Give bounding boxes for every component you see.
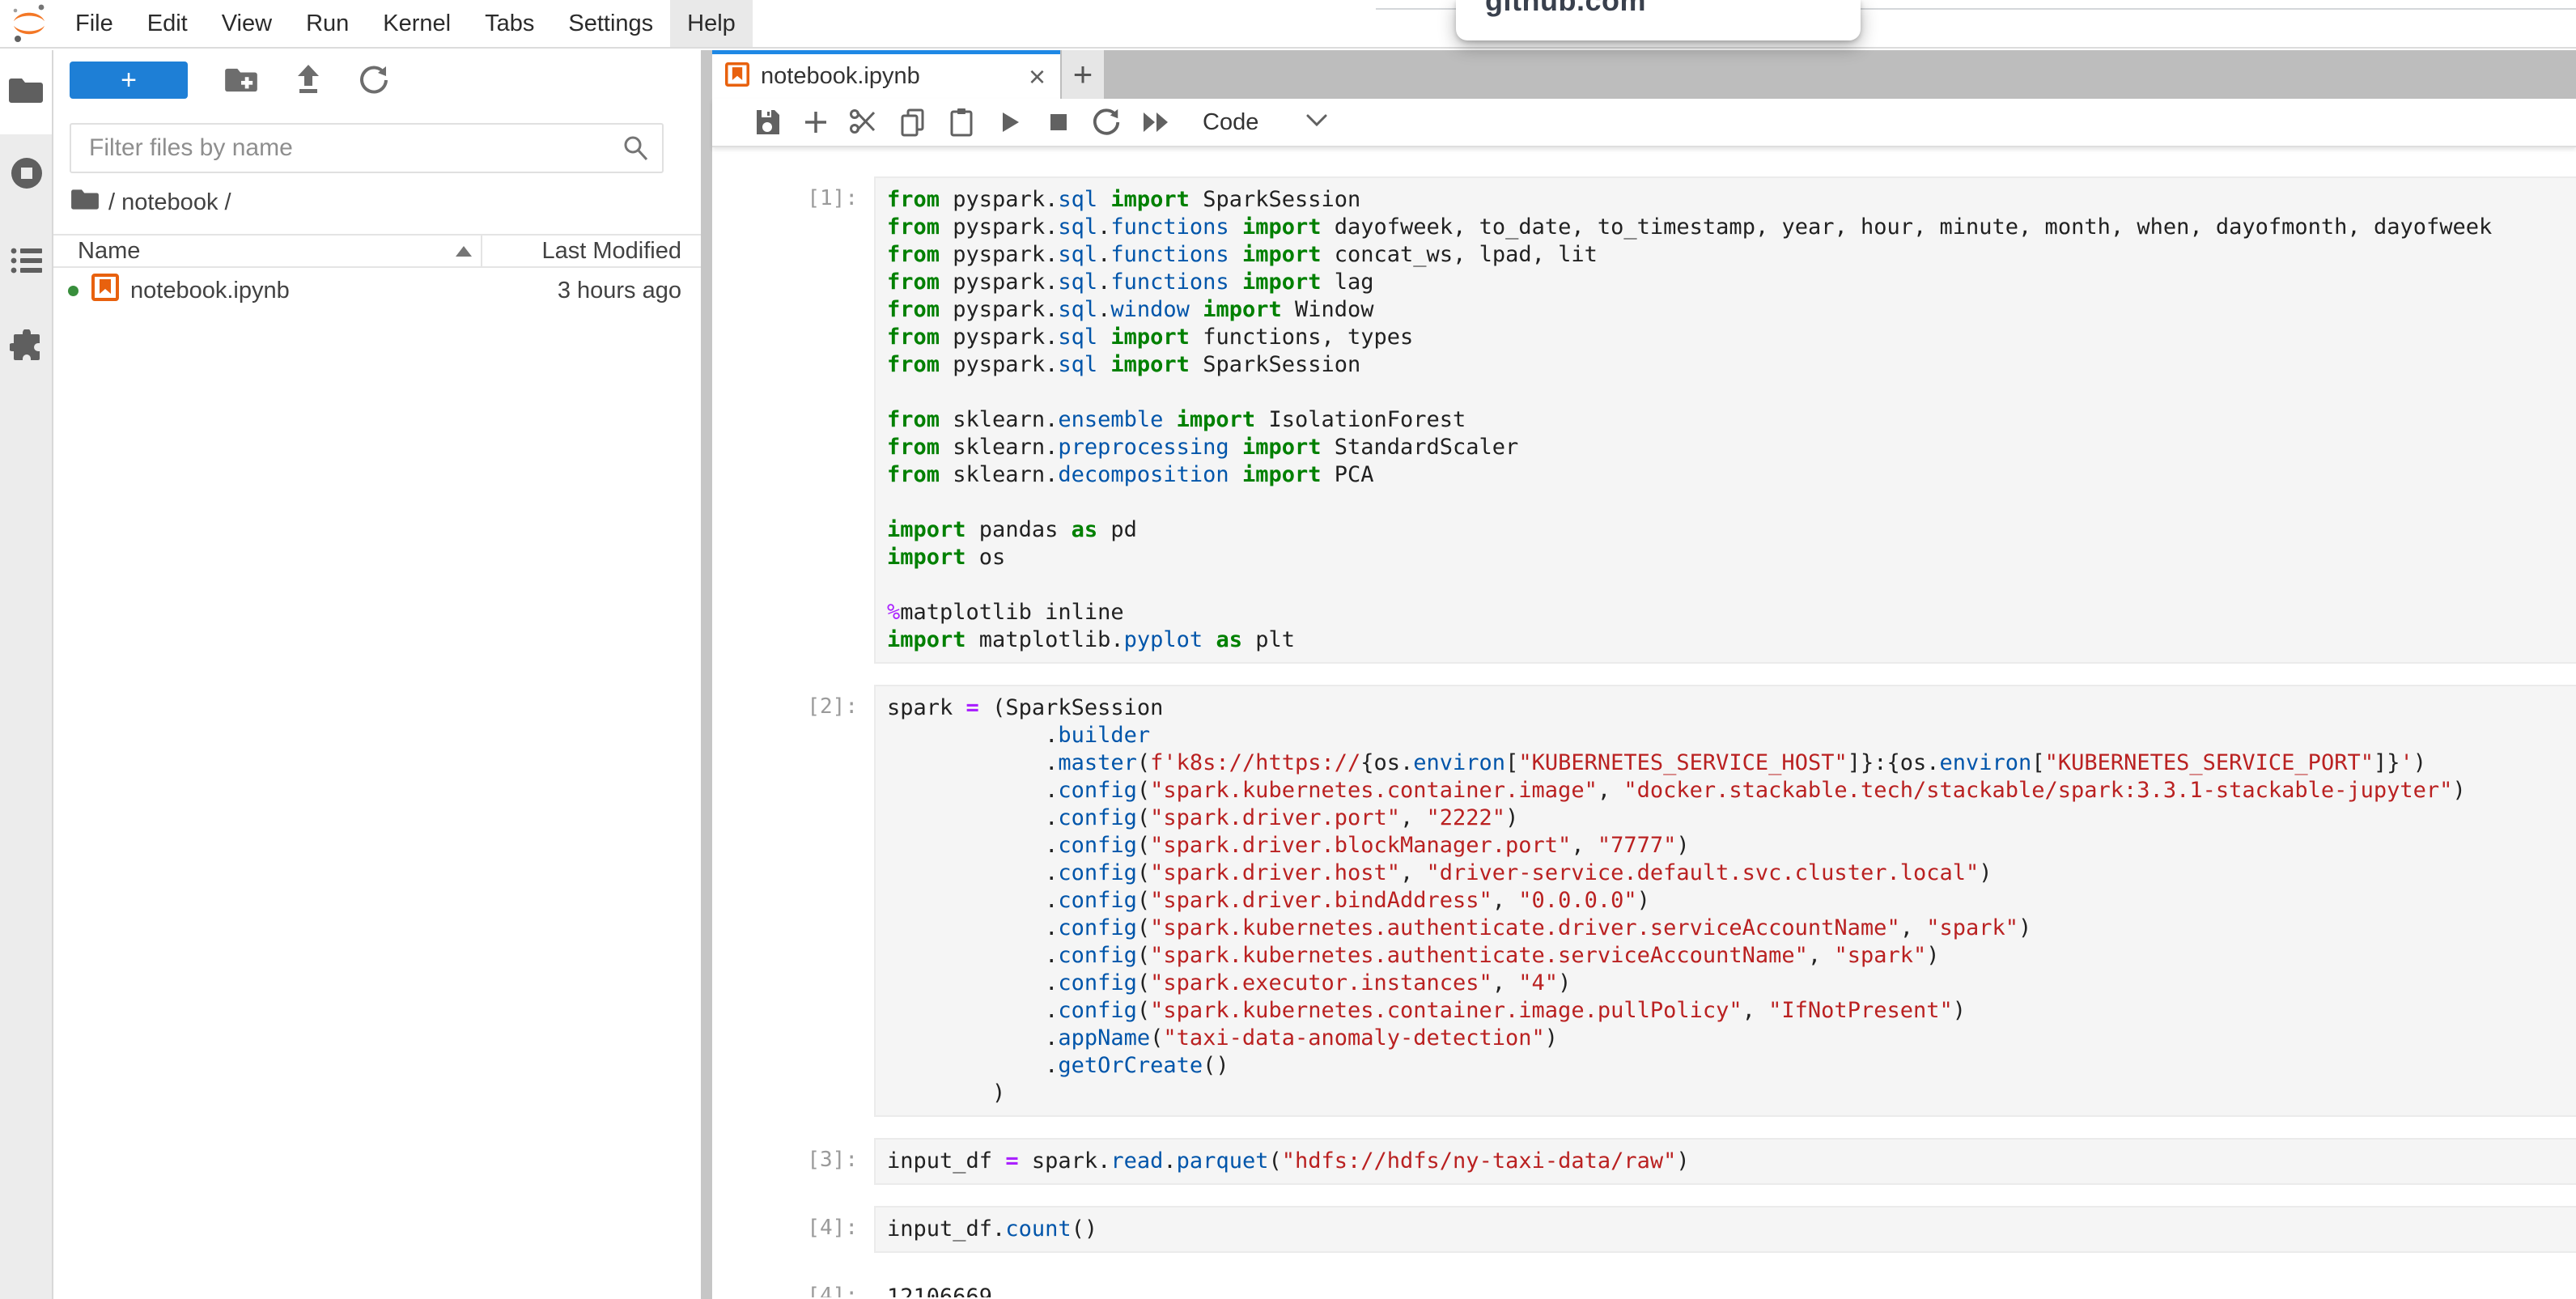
dock-tab-bar: notebook.ipynb × +: [712, 50, 2576, 99]
menu-item-run[interactable]: Run: [289, 0, 366, 47]
popup-origin-text: github.com: [1485, 0, 1646, 18]
kernel-running-dot: [68, 286, 79, 296]
menu-bar: File Edit View Run Kernel Tabs Settings …: [0, 0, 2576, 49]
file-modified: 3 hours ago: [558, 278, 681, 304]
cell-editor[interactable]: from pyspark.sql import SparkSessionfrom…: [874, 176, 2576, 664]
tab-label: notebook.ipynb: [761, 63, 1025, 90]
cell-prompt: [2]:: [712, 685, 874, 1117]
menu-item-file[interactable]: File: [58, 0, 130, 47]
cell-output: 12106669: [874, 1274, 2576, 1297]
cell-prompt: [1]:: [712, 176, 874, 664]
notebook-cell[interactable]: [4]: input_df.count(): [712, 1206, 2576, 1253]
notebook-cell[interactable]: [1]: from pyspark.sql import SparkSessio…: [712, 176, 2576, 664]
puzzle-icon: [10, 329, 44, 367]
copy-cells-button[interactable]: [889, 103, 937, 142]
breadcrumb-path[interactable]: / notebook /: [108, 189, 231, 216]
restart-kernel-button[interactable]: [1083, 103, 1131, 142]
notebook-toolbar: Code: [712, 99, 2576, 147]
menu-item-tabs[interactable]: Tabs: [468, 0, 551, 47]
run-cell-button[interactable]: [986, 103, 1034, 142]
jupyter-logo: [0, 0, 58, 47]
paste-cells-button[interactable]: [937, 103, 986, 142]
home-folder-icon[interactable]: [71, 188, 99, 218]
cell-prompt: [4]:: [712, 1274, 874, 1297]
sort-ascending-icon: [456, 246, 472, 257]
column-header-name[interactable]: Name: [78, 238, 140, 265]
refresh-icon[interactable]: [359, 65, 390, 96]
restart-run-all-button[interactable]: [1131, 103, 1180, 142]
notebook-cell[interactable]: [4]: 12106669: [712, 1274, 2576, 1297]
menu-item-kernel[interactable]: Kernel: [366, 0, 468, 47]
cell-prompt: [4]:: [712, 1206, 874, 1253]
file-row-notebook[interactable]: notebook.ipynb 3 hours ago: [53, 268, 701, 313]
cell-editor[interactable]: input_df = spark.read.parquet("hdfs://hd…: [874, 1138, 2576, 1185]
new-folder-button[interactable]: [225, 66, 257, 94]
menu-item-edit[interactable]: Edit: [130, 0, 205, 47]
cell-editor[interactable]: input_df.count(): [874, 1206, 2576, 1253]
tab-notebook-ipynb[interactable]: notebook.ipynb ×: [712, 50, 1060, 99]
filter-files-input[interactable]: [70, 123, 664, 173]
breadcrumb[interactable]: / notebook /: [71, 188, 701, 218]
sidebar-strip: [0, 50, 53, 1299]
cut-cells-button[interactable]: [840, 103, 889, 142]
jupyterlab-app: File Edit View Run Kernel Tabs Settings …: [0, 0, 2576, 1299]
column-divider: [481, 236, 482, 266]
cell-type-dropdown[interactable]: Code: [1203, 109, 1258, 136]
sidebar-tab-extensions[interactable]: [0, 332, 53, 364]
sidebar-tab-running-sessions[interactable]: [0, 159, 53, 191]
folder-icon: [9, 76, 43, 109]
search-icon: [622, 134, 649, 166]
cell-prompt: [3]:: [712, 1138, 874, 1185]
file-browser-panel: +: [53, 50, 701, 1299]
insert-cell-button[interactable]: [791, 103, 840, 142]
menu-item-help[interactable]: Help: [670, 0, 753, 47]
notebook-cells: [1]: from pyspark.sql import SparkSessio…: [712, 147, 2576, 1297]
chevron-down-icon[interactable]: [1305, 113, 1328, 132]
cell-editor[interactable]: spark = (SparkSession .builder .master(f…: [874, 685, 2576, 1117]
save-button[interactable]: [743, 103, 791, 142]
notebook-file-icon: [725, 62, 749, 91]
browser-popup: github.com: [1456, 0, 1861, 40]
stop-circle-icon: [10, 156, 44, 194]
sidebar-tab-table-of-contents[interactable]: [0, 246, 53, 278]
new-tab-button[interactable]: +: [1062, 50, 1104, 99]
toc-icon: [11, 247, 43, 278]
notebook-file-icon: [91, 274, 119, 308]
notebook-cell[interactable]: [3]: input_df = spark.read.parquet("hdfs…: [712, 1138, 2576, 1185]
file-list-header: Name Last Modified: [53, 234, 701, 268]
file-name: notebook.ipynb: [130, 278, 290, 304]
file-browser-toolbar: +: [70, 62, 701, 99]
panel-splitter[interactable]: [701, 50, 712, 1299]
interrupt-kernel-button[interactable]: [1034, 103, 1083, 142]
notebook-cell[interactable]: [2]: spark = (SparkSession .builder .mas…: [712, 685, 2576, 1117]
new-launcher-button[interactable]: +: [70, 62, 188, 99]
menu-item-view[interactable]: View: [205, 0, 289, 47]
upload-icon[interactable]: [295, 65, 322, 96]
notebook-dock: notebook.ipynb × +: [712, 50, 2576, 1299]
menu-item-settings[interactable]: Settings: [551, 0, 670, 47]
column-header-modified[interactable]: Last Modified: [542, 238, 682, 265]
file-filter: [70, 123, 664, 173]
sidebar-tab-file-browser[interactable]: [0, 50, 52, 134]
close-tab-icon[interactable]: ×: [1025, 60, 1049, 94]
